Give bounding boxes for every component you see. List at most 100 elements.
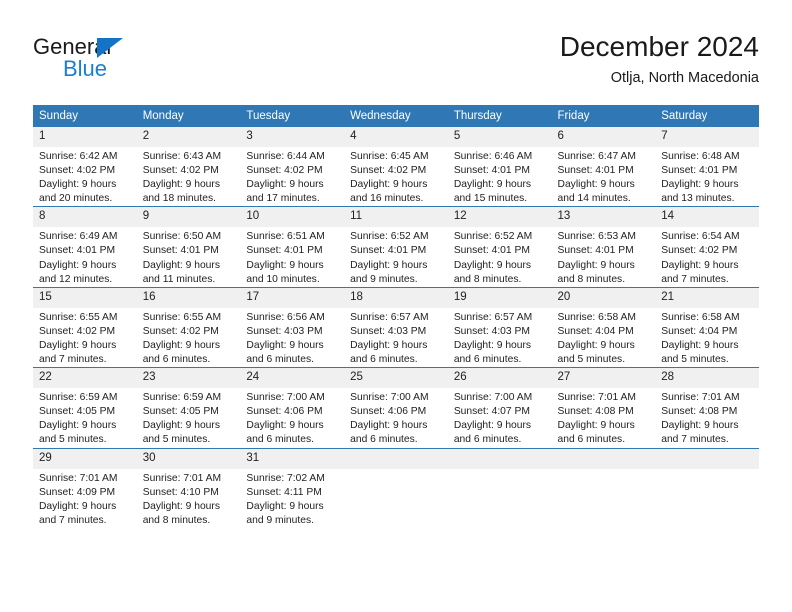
day-cell-content: 27 Sunrise: 7:01 AM Sunset: 4:08 PM Dayligh… [551,368,656,447]
day-astronomy-info: Sunrise: 6:58 AM Sunset: 4:04 PM Daylight:… [552,308,656,367]
calendar-day-cell[interactable]: 20 Sunrise: 6:58 AM Sunset: 4:04 PM Dayligh… [551,286,656,368]
day-number: 30 [136,448,241,469]
day-daylight-text: and 6 minutes. [142,354,211,366]
calendar-day-cell[interactable]: 15 Sunrise: 6:55 AM Sunset: 4:02 PM Dayligh… [33,286,137,368]
day-astronomy-info: Sunrise: 6:59 AM Sunset: 4:05 PM Daylight:… [33,388,137,447]
day-sunrise-text: Sunrise: 6:57 AM [453,311,533,323]
day-daylight-text: and 15 minutes. [453,193,528,205]
calendar-day-cell[interactable]: 3 Sunrise: 6:44 AM Sunset: 4:02 PM Daylight… [240,127,345,207]
day-sunset-text: Sunset: 4:06 PM [246,406,323,418]
day-daylight-text: Daylight: 9 hours [142,179,220,191]
day-sunrise-text: Sunrise: 6:47 AM [557,151,636,162]
day-sunrise-text: Sunrise: 7:01 AM [142,472,222,484]
day-number: 2 [136,127,241,147]
calendar-body: 1 Sunrise: 6:42 AM Sunset: 4:02 PM Daylight… [33,127,759,528]
day-astronomy-info: Sunrise: 6:50 AM Sunset: 4:01 PM Daylight:… [137,227,241,286]
day-sunrise-text: Sunrise: 6:58 AM [661,311,740,323]
day-cell-content: 31 Sunrise: 7:02 AM Sunset: 4:11 PM Dayligh… [240,448,345,528]
calendar-day-cell[interactable]: 1 Sunrise: 6:42 AM Sunset: 4:02 PM Daylight… [33,127,137,207]
calendar-day-cell[interactable]: 24 Sunrise: 7:00 AM Sunset: 4:06 PM Dayligh… [240,367,345,448]
calendar-day-cell[interactable]: 7 Sunrise: 6:48 AM Sunset: 4:01 PM Daylight… [655,127,759,207]
day-sunset-text: Sunset: 4:02 PM [39,165,116,177]
day-astronomy-info: Sunrise: 6:42 AM Sunset: 4:02 PM Daylight:… [33,147,137,206]
calendar-day-cell-empty [551,447,656,528]
calendar-day-cell[interactable]: 31 Sunrise: 7:02 AM Sunset: 4:11 PM Dayligh… [240,447,345,528]
day-number [447,448,552,469]
calendar-day-cell[interactable]: 10 Sunrise: 6:51 AM Sunset: 4:01 PM Dayligh… [240,206,345,288]
day-daylight-text: Daylight: 9 hours [246,179,324,191]
calendar-day-cell[interactable]: 4 Sunrise: 6:45 AM Sunset: 4:02 PM Daylight… [344,127,448,207]
day-cell-content [447,448,552,528]
day-sunrise-text: Sunrise: 6:48 AM [661,151,740,162]
day-number [551,448,656,469]
day-daylight-text: Daylight: 9 hours [661,259,739,271]
calendar-day-cell[interactable]: 21 Sunrise: 6:58 AM Sunset: 4:04 PM Dayligh… [655,286,759,368]
day-daylight-text: and 17 minutes. [246,193,320,205]
day-daylight-text: Daylight: 9 hours [557,420,635,432]
calendar-day-cell[interactable]: 23 Sunrise: 6:59 AM Sunset: 4:05 PM Dayligh… [136,367,241,448]
day-sunset-text: Sunset: 4:05 PM [39,406,116,418]
day-sunrise-text: Sunrise: 6:45 AM [350,151,429,162]
day-astronomy-info: Sunrise: 6:55 AM Sunset: 4:02 PM Daylight:… [137,308,241,367]
calendar-day-cell[interactable]: 25 Sunrise: 7:00 AM Sunset: 4:06 PM Dayligh… [344,367,448,448]
day-daylight-text: and 12 minutes. [39,273,113,285]
calendar-day-cell[interactable]: 28 Sunrise: 7:01 AM Sunset: 4:08 PM Dayligh… [655,367,759,448]
calendar-day-cell-empty [655,447,759,528]
day-cell-content [655,448,759,528]
day-daylight-text: and 20 minutes. [39,193,113,205]
calendar-day-cell[interactable]: 18 Sunrise: 6:57 AM Sunset: 4:03 PM Dayligh… [344,286,448,368]
day-daylight-text: and 8 minutes. [557,273,626,285]
day-cell-content: 1 Sunrise: 6:42 AM Sunset: 4:02 PM Daylight… [33,127,137,206]
day-cell-content: 28 Sunrise: 7:01 AM Sunset: 4:08 PM Dayligh… [655,368,759,447]
day-daylight-text: and 6 minutes. [246,354,314,366]
day-cell-content: 24 Sunrise: 7:00 AM Sunset: 4:06 PM Dayligh… [240,368,345,447]
day-daylight-text: and 7 minutes. [661,434,729,446]
day-number: 18 [344,287,448,308]
day-daylight-text: and 6 minutes. [350,354,418,366]
calendar-day-cell[interactable]: 12 Sunrise: 6:52 AM Sunset: 4:01 PM Dayligh… [447,206,552,288]
calendar-day-cell[interactable]: 9 Sunrise: 6:50 AM Sunset: 4:01 PM Daylight… [136,206,241,288]
weekday-header-friday: Friday [551,105,656,127]
calendar-day-cell[interactable]: 6 Sunrise: 6:47 AM Sunset: 4:01 PM Daylight… [551,127,656,207]
day-sunrise-text: Sunrise: 6:56 AM [246,311,325,323]
day-sunrise-text: Sunrise: 6:52 AM [453,231,533,243]
calendar-day-cell[interactable]: 30 Sunrise: 7:01 AM Sunset: 4:10 PM Dayligh… [136,447,241,528]
day-sunset-text: Sunset: 4:08 PM [661,406,738,418]
calendar-day-cell[interactable]: 14 Sunrise: 6:54 AM Sunset: 4:02 PM Dayligh… [655,206,759,288]
day-number: 31 [240,448,345,469]
weekday-header-saturday: Saturday [655,105,759,127]
day-cell-content: 16 Sunrise: 6:55 AM Sunset: 4:02 PM Dayligh… [136,287,241,367]
day-cell-content: 10 Sunrise: 6:51 AM Sunset: 4:01 PM Dayligh… [240,207,345,286]
day-number: 16 [136,287,241,308]
calendar-week-row: 15 Sunrise: 6:55 AM Sunset: 4:02 PM Dayligh… [33,286,759,368]
day-number: 19 [447,287,552,308]
day-astronomy-info: Sunrise: 7:01 AM Sunset: 4:08 PM Daylight:… [552,388,656,447]
calendar-day-cell[interactable]: 13 Sunrise: 6:53 AM Sunset: 4:01 PM Dayligh… [551,206,656,288]
day-astronomy-info: Sunrise: 6:56 AM Sunset: 4:03 PM Daylight:… [240,308,344,367]
calendar-day-cell[interactable]: 26 Sunrise: 7:00 AM Sunset: 4:07 PM Dayligh… [447,367,552,448]
day-sunset-text: Sunset: 4:03 PM [453,325,530,337]
day-daylight-text: Daylight: 9 hours [661,339,739,351]
day-astronomy-info: Sunrise: 6:47 AM Sunset: 4:01 PM Daylight:… [552,147,656,206]
calendar-day-cell[interactable]: 17 Sunrise: 6:56 AM Sunset: 4:03 PM Dayligh… [240,286,345,368]
day-daylight-text: and 7 minutes. [39,354,107,366]
calendar-day-cell[interactable]: 22 Sunrise: 6:59 AM Sunset: 4:05 PM Dayligh… [33,367,137,448]
day-number: 14 [655,207,759,228]
day-astronomy-info: Sunrise: 6:53 AM Sunset: 4:01 PM Daylight:… [552,227,656,286]
calendar-day-cell[interactable]: 5 Sunrise: 6:46 AM Sunset: 4:01 PM Daylight… [447,127,552,207]
day-cell-content: 30 Sunrise: 7:01 AM Sunset: 4:10 PM Dayligh… [136,448,241,528]
day-sunrise-text: Sunrise: 6:43 AM [142,151,222,162]
day-sunset-text: Sunset: 4:01 PM [557,165,634,177]
calendar-day-cell[interactable]: 2 Sunrise: 6:43 AM Sunset: 4:02 PM Daylight… [136,127,241,207]
calendar-day-cell[interactable]: 19 Sunrise: 6:57 AM Sunset: 4:03 PM Dayligh… [447,286,552,368]
calendar-day-cell[interactable]: 8 Sunrise: 6:49 AM Sunset: 4:01 PM Daylight… [33,206,137,288]
day-sunset-text: Sunset: 4:02 PM [350,165,427,177]
calendar-day-cell[interactable]: 16 Sunrise: 6:55 AM Sunset: 4:02 PM Dayligh… [136,286,241,368]
calendar-day-cell[interactable]: 11 Sunrise: 6:52 AM Sunset: 4:01 PM Dayligh… [344,206,448,288]
day-daylight-text: Daylight: 9 hours [142,500,220,512]
day-daylight-text: and 9 minutes. [246,514,314,526]
title-block: December 2024 Otlja, North Macedonia [560,30,759,88]
calendar-day-cell[interactable]: 29 Sunrise: 7:01 AM Sunset: 4:09 PM Dayligh… [33,447,137,528]
day-daylight-text: and 11 minutes. [142,273,216,285]
calendar-day-cell[interactable]: 27 Sunrise: 7:01 AM Sunset: 4:08 PM Dayligh… [551,367,656,448]
